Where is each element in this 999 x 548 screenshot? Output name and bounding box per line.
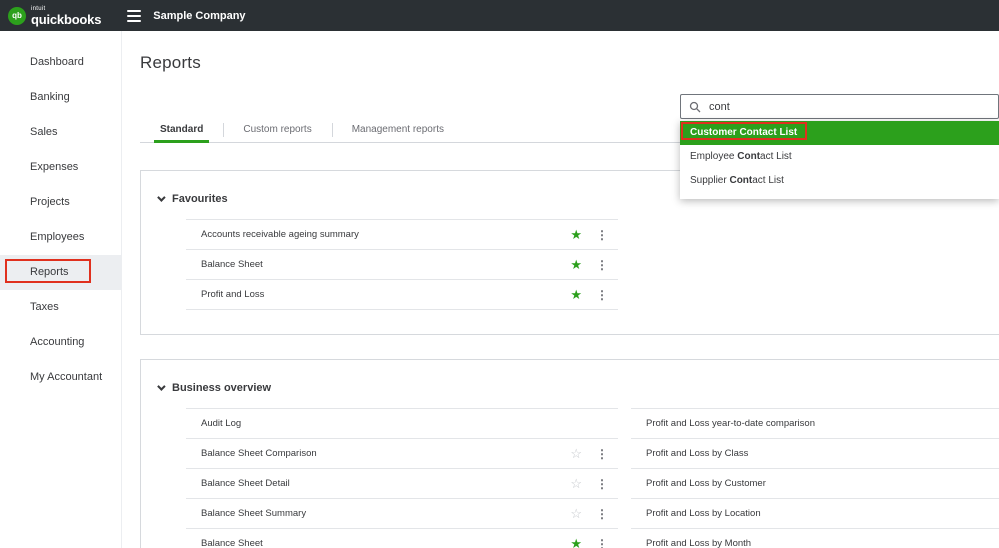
sidebar-item-sales[interactable]: Sales — [0, 115, 121, 150]
star-outline-icon[interactable]: ☆ — [570, 507, 582, 520]
report-row-accounts-receivable-ageing-summary[interactable]: Accounts receivable ageing summary★ ⋮ — [186, 220, 618, 250]
section-title: Favourites — [172, 193, 228, 205]
chevron-down-icon — [157, 193, 165, 201]
chevron-down-icon — [157, 382, 165, 390]
report-row-balance-sheet-detail[interactable]: Balance Sheet Detail☆ ⋮ — [186, 469, 618, 499]
suggestion-employee-contact-list[interactable]: Employee Contact List — [680, 145, 999, 169]
search-box[interactable] — [680, 94, 999, 119]
report-name[interactable]: Audit Log — [201, 418, 608, 429]
sidebar-item-label: Dashboard — [30, 56, 84, 68]
sidebar-item-label: Projects — [30, 196, 70, 208]
sidebar-item-reports[interactable]: Reports — [0, 255, 121, 290]
brand-intuit-label: intuit — [31, 6, 101, 12]
report-name[interactable]: Profit and Loss — [201, 289, 570, 300]
search-icon — [689, 101, 701, 113]
business-overview-section-header[interactable]: Business overview — [141, 360, 999, 408]
sidebar-item-banking[interactable]: Banking — [0, 80, 121, 115]
row-menu-icon[interactable]: ⋮ — [596, 478, 608, 490]
row-menu-icon[interactable]: ⋮ — [596, 508, 608, 520]
row-menu-icon[interactable]: ⋮ — [596, 289, 608, 301]
report-search: Customer Contact ListEmployee Contact Li… — [680, 94, 999, 199]
report-name[interactable]: Accounts receivable ageing summary — [201, 229, 570, 240]
star-filled-icon[interactable]: ★ — [570, 537, 582, 548]
sidebar-item-label: Banking — [30, 91, 70, 103]
sidebar-item-accounting[interactable]: Accounting — [0, 325, 121, 360]
suggestion-customer-contact-list[interactable]: Customer Contact List — [680, 121, 999, 145]
page-title: Reports — [140, 53, 201, 73]
suggestion-supplier-contact-list[interactable]: Supplier Contact List — [680, 169, 999, 193]
report-name[interactable]: Balance Sheet Detail — [201, 478, 570, 489]
tab-custom-reports[interactable]: Custom reports — [223, 117, 331, 142]
business-overview-section-card: Business overview Audit Log Balance Sheet… — [140, 359, 999, 548]
report-row-audit-log[interactable]: Audit Log — [186, 409, 618, 439]
star-outline-icon[interactable]: ☆ — [570, 447, 582, 460]
report-name[interactable]: Balance Sheet Summary — [201, 508, 570, 519]
report-row-profit-and-loss-by-customer[interactable]: Profit and Loss by Customer — [631, 469, 999, 499]
sidebar-item-taxes[interactable]: Taxes — [0, 290, 121, 325]
section-title: Business overview — [172, 382, 271, 394]
sidebar-nav: Dashboard Banking Sales Expenses Projects Emp… — [0, 31, 122, 548]
sidebar-item-label: Accounting — [30, 336, 84, 348]
report-column-0: Accounts receivable ageing summary★⋮Bala… — [186, 219, 618, 310]
row-menu-icon[interactable]: ⋮ — [596, 259, 608, 271]
search-input[interactable] — [707, 100, 990, 114]
company-name: Sample Company — [153, 10, 245, 22]
star-filled-icon[interactable]: ★ — [570, 288, 582, 301]
report-name[interactable]: Balance Sheet Comparison — [201, 448, 570, 459]
sidebar-item-label: Sales — [30, 126, 58, 138]
report-name[interactable]: Profit and Loss by Month — [646, 538, 999, 548]
star-outline-icon[interactable]: ☆ — [570, 477, 582, 490]
report-row-profit-and-loss-by-location[interactable]: Profit and Loss by Location — [631, 499, 999, 529]
report-row-profit-and-loss-by-class[interactable]: Profit and Loss by Class — [631, 439, 999, 469]
report-name[interactable]: Profit and Loss year-to-date comparison — [646, 418, 999, 429]
sidebar-item-projects[interactable]: Projects — [0, 185, 121, 220]
report-row-balance-sheet-summary[interactable]: Balance Sheet Summary☆ ⋮ — [186, 499, 618, 529]
brand-quickbooks-label: quickbooks — [31, 13, 101, 26]
star-filled-icon[interactable]: ★ — [570, 228, 582, 241]
report-name[interactable]: Profit and Loss by Customer — [646, 478, 999, 489]
sidebar-item-label: Employees — [30, 231, 84, 243]
tab-management-reports[interactable]: Management reports — [332, 117, 464, 142]
search-suggestions: Customer Contact ListEmployee Contact Li… — [680, 121, 999, 199]
hamburger-menu-icon[interactable] — [127, 10, 141, 22]
report-name[interactable]: Balance Sheet — [201, 538, 570, 548]
sidebar-item-my-accountant[interactable]: My Accountant — [0, 360, 121, 395]
tab-standard[interactable]: Standard — [140, 117, 223, 142]
report-row-profit-and-loss[interactable]: Profit and Loss★ ⋮ — [186, 280, 618, 310]
star-filled-icon[interactable]: ★ — [570, 258, 582, 271]
sidebar-item-employees[interactable]: Employees — [0, 220, 121, 255]
report-column-0: Audit LogBalance Sheet Comparison☆⋮Balan… — [186, 408, 618, 548]
report-row-balance-sheet[interactable]: Balance Sheet★ ⋮ — [186, 250, 618, 280]
report-row-balance-sheet-comparison[interactable]: Balance Sheet Comparison☆ ⋮ — [186, 439, 618, 469]
report-row-profit-and-loss-by-month[interactable]: Profit and Loss by Month — [631, 529, 999, 548]
sidebar-item-expenses[interactable]: Expenses — [0, 150, 121, 185]
report-column-1: Profit and Loss year-to-date comparison P… — [631, 408, 999, 548]
row-menu-icon[interactable]: ⋮ — [596, 538, 608, 548]
report-name[interactable]: Profit and Loss by Class — [646, 448, 999, 459]
sidebar-item-label: Taxes — [30, 301, 59, 313]
report-row-profit-and-loss-year-to-date-comparison[interactable]: Profit and Loss year-to-date comparison — [631, 409, 999, 439]
sidebar-item-label: My Accountant — [30, 371, 102, 383]
main-content: Reports StandardCustom reportsManagement… — [122, 31, 999, 548]
top-bar: qb intuit quickbooks Sample Company — [0, 0, 999, 31]
report-name[interactable]: Profit and Loss by Location — [646, 508, 999, 519]
report-row-balance-sheet[interactable]: Balance Sheet★ ⋮ — [186, 529, 618, 548]
row-menu-icon[interactable]: ⋮ — [596, 229, 608, 241]
app-window: qb intuit quickbooks Sample Company Dash… — [0, 0, 999, 548]
quickbooks-logo-icon: qb — [8, 7, 26, 25]
sidebar-item-dashboard[interactable]: Dashboard — [0, 45, 121, 80]
row-menu-icon[interactable]: ⋮ — [596, 448, 608, 460]
report-name[interactable]: Balance Sheet — [201, 259, 570, 270]
sidebar-item-label: Reports — [30, 266, 69, 278]
brand-wordmark: intuit quickbooks — [31, 6, 101, 26]
sidebar-item-label: Expenses — [30, 161, 78, 173]
